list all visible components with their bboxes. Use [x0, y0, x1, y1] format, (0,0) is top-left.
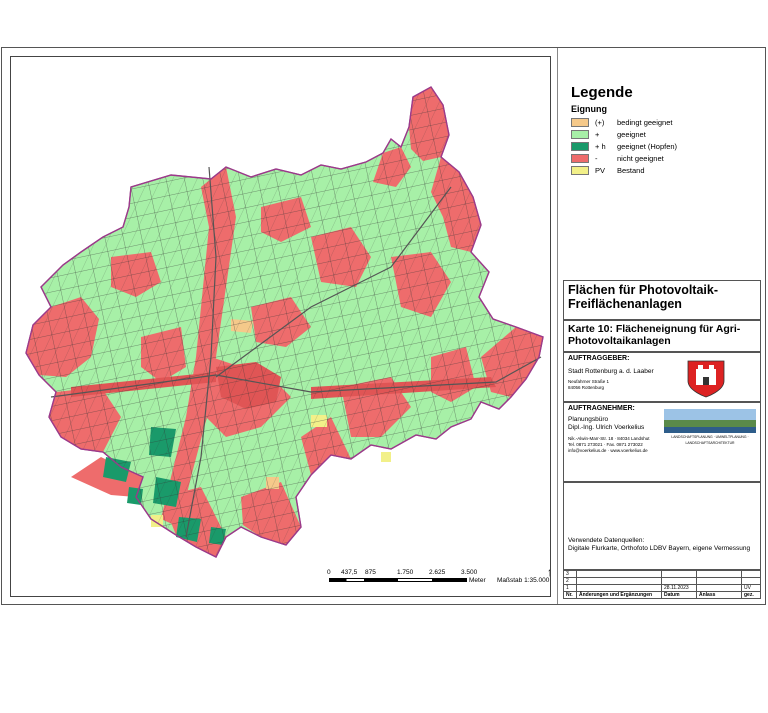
legend-swatch	[571, 130, 589, 139]
sources-text: Digitale Flurkarte, Orthofoto LDBV Bayer…	[568, 545, 751, 552]
revision-row: 1 28.11.2023 UV	[563, 584, 761, 592]
legend-label: bedingt geeignet	[617, 118, 673, 127]
north-arrow-icon: ↑	[547, 565, 550, 579]
revision-header: Nr. Änderungen und Ergänzungen Datum Anl…	[563, 591, 761, 599]
scale-ratio: Maßstab 1:35.000	[497, 577, 550, 584]
revision-date	[661, 577, 697, 585]
revision-no: 1	[563, 584, 577, 592]
map-frame: 0 437,5 875 1.750 2.625 3.500 Meter Maßs…	[10, 56, 551, 597]
revision-change	[576, 570, 662, 578]
legend-swatch	[571, 142, 589, 151]
landscape-photo	[664, 409, 756, 433]
contractor-box: AUFTRAGNEHMER: Planungsbüro Dipl.-Ing. U…	[563, 402, 761, 482]
revision-reason	[696, 584, 742, 592]
legend-code: +	[595, 130, 600, 139]
revision-change	[576, 584, 662, 592]
client-box: AUFTRAGGEBER: Stadt Rottenburg a. d. Laa…	[563, 352, 761, 402]
legend-item: - nicht geeignet	[571, 153, 664, 164]
municipality-map[interactable]	[11, 57, 550, 596]
parcel-lines	[26, 87, 543, 557]
scale-tick: 1.750	[397, 569, 414, 576]
revision-header-change: Änderungen und Ergänzungen	[576, 591, 662, 599]
title-box: Flächen für Photovoltaik-Freiflächenanla…	[563, 280, 761, 320]
legend-label: Bestand	[617, 166, 645, 175]
legend-title: Legende	[571, 84, 633, 101]
legend-swatch	[571, 166, 589, 175]
sources-box: Verwendete Datenquellen: Digitale Flurka…	[563, 482, 761, 570]
legend-code: -	[595, 154, 598, 163]
revision-no: 3	[563, 570, 577, 578]
legend-swatch	[571, 118, 589, 127]
revision-row: 3	[563, 570, 761, 578]
legend-code: + h	[595, 142, 606, 151]
sources-label: Verwendete Datenquellen:	[568, 537, 645, 544]
revision-no: 2	[563, 577, 577, 585]
panel-divider	[557, 48, 558, 604]
legend-item: (+) bedingt geeignet	[571, 117, 672, 128]
legend-item: PV Bestand	[571, 165, 645, 176]
scale-tick: 875	[365, 569, 376, 576]
revision-date	[661, 570, 697, 578]
revision-header-reason: Anlass	[696, 591, 742, 599]
revision-change	[576, 577, 662, 585]
legend-item: + h geeignet (Hopfen)	[571, 141, 677, 152]
plan-title: Flächen für Photovoltaik-Freiflächenanla…	[568, 283, 719, 311]
revision-date: 28.11.2023	[661, 584, 697, 592]
map-title: Karte 10: Flächeneignung für Agri-Photov…	[568, 323, 741, 347]
revision-header-by: gez.	[741, 591, 761, 599]
legend-item: + geeignet	[571, 129, 646, 140]
revision-by: UV	[741, 584, 761, 592]
scale-tick: 0	[327, 569, 331, 576]
revision-header-no: Nr.	[563, 591, 577, 599]
scale-tick: 3.500	[461, 569, 478, 576]
map-title-box: Karte 10: Flächeneignung für Agri-Photov…	[563, 320, 761, 352]
legend-panel: Legende Eignung (+) bedingt geeignet + g…	[563, 48, 761, 604]
map-sheet: 0 437,5 875 1.750 2.625 3.500 Meter Maßs…	[1, 47, 766, 605]
coat-of-arms-icon	[687, 360, 725, 398]
legend-subtitle: Eignung	[571, 104, 607, 114]
legend-label: geeignet	[617, 130, 646, 139]
contractor-web: info@voerkelius.de · www.voerkelius.de	[568, 448, 648, 453]
legend-code: (+)	[595, 118, 605, 127]
scale-tick: 437,5	[341, 569, 358, 576]
legend-swatch	[571, 154, 589, 163]
scale-tick: 2.625	[429, 569, 446, 576]
revision-table: 3 2 1 28.11.2023 UV Nr. Änderungen und E…	[563, 570, 761, 599]
revision-reason	[696, 577, 742, 585]
contractor-banner: LANDSCHAFTSPLANUNG · UMWELTPLANUNG · LAN…	[671, 435, 749, 445]
scale-unit: Meter	[469, 577, 486, 584]
legend-label: nicht geeignet	[617, 154, 664, 163]
revision-header-date: Datum	[661, 591, 697, 599]
revision-row: 2	[563, 577, 761, 585]
legend-label: geeignet (Hopfen)	[617, 142, 678, 151]
revision-by	[741, 570, 761, 578]
scale-bar-graphic	[329, 578, 467, 582]
revision-reason	[696, 570, 742, 578]
revision-by	[741, 577, 761, 585]
legend-code: PV	[595, 166, 606, 175]
